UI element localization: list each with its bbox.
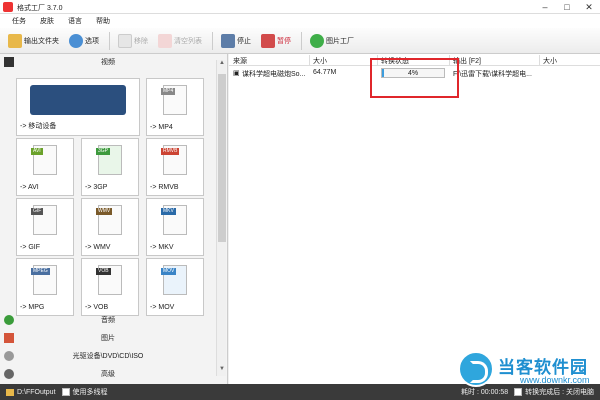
menu-task[interactable]: 任务 [12,16,26,26]
row-size: 64.77M [313,69,337,76]
tile-mov[interactable]: MOV -> MOV [146,258,204,316]
tile-mkv[interactable]: MKV -> MKV [146,198,204,256]
folder-icon [8,33,22,48]
menu-bar: 任务 皮肤 语言 帮助 [0,14,600,28]
pause-icon [261,33,275,48]
column-divider [539,55,540,65]
vob-badge: VOB [96,268,111,275]
3gp-badge: 3GP [96,148,111,155]
category-audio[interactable]: 音频 [0,312,216,328]
app-icon [3,2,13,12]
picture-factory-button[interactable]: 图片工厂 [310,31,354,51]
mobile-devices-icon [30,85,126,115]
tile-vob[interactable]: VOB -> VOB [81,258,139,316]
category-video[interactable]: 视频 [0,54,216,70]
folder-icon [6,388,14,396]
task-list: 来源 大小 转换状态 输出 [F2] 大小 ▣ 谋科学超电磁炮So... 64.… [229,54,600,384]
remove-button[interactable]: 移除 [118,31,148,51]
toolbar-divider [301,31,302,50]
tile-wmv[interactable]: WMV -> WMV [81,198,139,256]
gif-file-icon: GIF [31,205,57,235]
document-icon [118,33,132,48]
mov-badge: MOV [161,268,177,275]
toolbar-divider [212,31,213,50]
tile-mpg[interactable]: MPEG -> MPG [16,258,74,316]
advanced-gear-icon [4,369,14,379]
mkv-badge: MKV [161,208,176,215]
rmvb-badge: RMVB [161,148,180,155]
output-path-item[interactable]: D:\FFOutput [6,388,56,396]
mp4-file-icon: MP4 [161,85,187,115]
minimize-button[interactable]: – [534,0,556,14]
status-highlight-box [370,58,459,98]
close-button[interactable]: ✕ [578,0,600,14]
wmv-file-icon: WMV [96,205,122,235]
pause-button[interactable]: 暂停 [261,31,291,51]
mpg-file-icon: MPEG [31,265,57,295]
rmvb-file-icon: RMVB [161,145,187,175]
header-output-size[interactable]: 大小 [543,56,557,66]
window-title: 格式工厂 3.7.0 [17,5,63,12]
tile-3gp[interactable]: 3GP -> 3GP [81,138,139,196]
clear-list-button[interactable]: 清空列表 [158,31,202,51]
menu-skin[interactable]: 皮肤 [40,16,54,26]
header-source[interactable]: 来源 [233,56,247,66]
row-source: 谋科学超电磁炮So... [242,71,306,78]
watermark-url: www.downkr.com [520,375,590,385]
column-divider [309,55,310,65]
title-bar: 格式工厂 3.7.0 – □ ✕ [0,0,600,14]
output-folder-button[interactable]: 输出文件夹 [8,31,59,51]
stop-button[interactable]: 停止 [221,31,251,51]
wmv-badge: WMV [96,208,113,215]
maximize-button[interactable]: □ [556,0,578,14]
scroll-up-arrow-icon[interactable]: ▲ [217,60,227,70]
multithread-checkbox[interactable] [61,388,70,396]
3gp-file-icon: 3GP [96,145,122,175]
disc-drive-icon [4,351,14,361]
tile-mp4[interactable]: MP4 -> MP4 [146,78,204,136]
scroll-down-arrow-icon[interactable]: ▼ [217,366,227,376]
left-scrollbar[interactable]: ▲ ▼ [216,60,226,376]
music-note-icon [4,315,14,325]
category-disc[interactable]: 光驱设备\DVD\CD\ISO [0,348,216,364]
multithread-label: 使用多线程 [72,389,108,396]
menu-help[interactable]: 帮助 [96,16,110,26]
scroll-thumb[interactable] [218,74,226,242]
avi-file-icon: AVI [31,145,57,175]
header-size[interactable]: 大小 [313,56,327,66]
gif-badge: GIF [31,208,44,215]
output-path: D:\FFOutput [17,388,56,396]
mkv-file-icon: MKV [161,205,187,235]
watermark: 当客软件园 www.downkr.com [458,351,600,399]
window-controls: – □ ✕ [534,0,600,14]
multithread-toggle[interactable]: 使用多线程 [61,387,108,397]
category-picture[interactable]: 图片 [0,330,216,346]
mpeg-badge: MPEG [31,268,50,275]
watermark-logo-icon [458,351,494,387]
stop-icon [221,33,235,48]
toolbar: 输出文件夹 选项 移除 清空列表 停止 暂停 图片工厂 [0,28,600,54]
row-output: F:\迅雷下载\谋科学超电... [453,71,532,78]
category-advanced[interactable]: 高级 [0,366,216,382]
film-icon [4,57,14,67]
options-button[interactable]: 选项 [69,31,99,51]
picture-factory-icon [310,33,324,48]
vob-file-icon: VOB [96,265,122,295]
mov-file-icon: MOV [161,265,187,295]
tile-avi[interactable]: AVI -> AVI [16,138,74,196]
tile-gif[interactable]: GIF -> GIF [16,198,74,256]
category-panel: 视频 -> 移动设备 MP4 -> MP4 AVI -> AVI 3GP -> … [0,54,228,384]
table-row[interactable]: ▣ 谋科学超电磁炮So... 64.77M 4% F:\迅雷下载\谋科学超电..… [229,58,600,98]
tile-mobile-device[interactable]: -> 移动设备 [16,78,140,136]
tile-rmvb[interactable]: RMVB -> RMVB [146,138,204,196]
picture-icon [4,333,14,343]
avi-badge: AVI [31,148,43,155]
options-icon [69,33,83,48]
toolbar-divider [109,31,110,50]
menu-language[interactable]: 语言 [68,16,82,26]
mp4-badge: MP4 [161,88,176,95]
clear-icon [158,33,172,48]
file-icon: ▣ [233,70,240,77]
